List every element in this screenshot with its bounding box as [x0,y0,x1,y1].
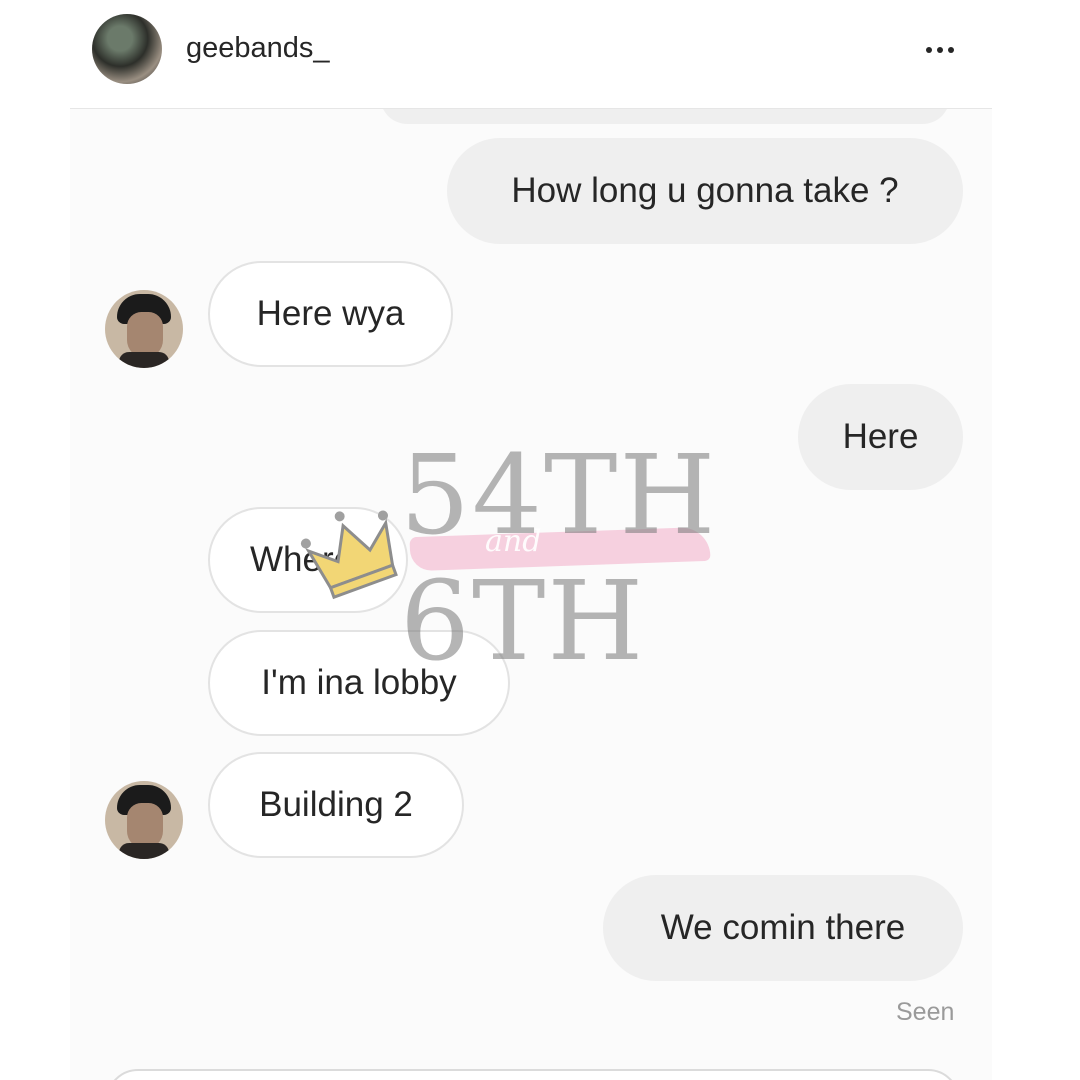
conversation-header: geebands_ [70,0,992,109]
more-dot [937,47,943,53]
message-bubble-incoming[interactable]: Building 2 [208,752,464,858]
avatar-neck [119,843,169,859]
message-input[interactable] [106,1069,960,1080]
header-username[interactable]: geebands_ [186,32,330,65]
message-text: Building 2 [259,785,413,824]
message-text: Where [250,540,354,579]
more-dot [926,47,932,53]
message-text: We comin there [660,908,906,947]
seen-status: Seen [896,998,955,1026]
message-bubble-partial [380,109,950,124]
message-text: How long u gonna take ? [511,171,899,210]
more-options-icon[interactable] [918,30,962,70]
more-dot [948,47,954,53]
message-bubble-outgoing[interactable]: How long u gonna take ? [447,138,963,244]
message-thread[interactable]: How long u gonna take ? Here wya Here Wh… [70,109,992,1080]
message-text: Here wya [256,294,405,333]
message-bubble-outgoing[interactable]: Here [798,384,963,490]
avatar-neck [119,352,169,368]
header-avatar[interactable] [92,14,162,84]
message-bubble-incoming[interactable]: I'm ina lobby [208,630,510,736]
message-text: Here [842,417,919,456]
message-bubble-incoming[interactable]: Here wya [208,261,453,367]
message-text: I'm ina lobby [261,663,457,702]
sender-avatar[interactable] [105,290,183,368]
sender-avatar[interactable] [105,781,183,859]
message-bubble-incoming[interactable]: Where [208,507,408,613]
message-bubble-outgoing[interactable]: We comin there [603,875,963,981]
